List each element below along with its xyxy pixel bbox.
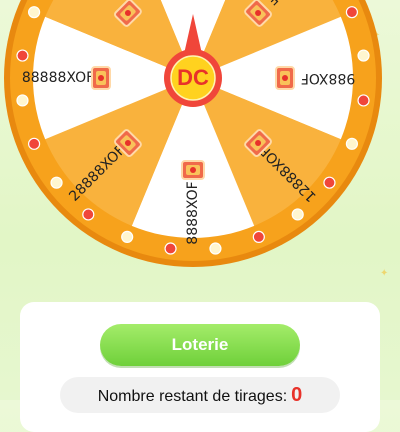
wheel-bulb (121, 230, 134, 244)
wheel-bulb (323, 176, 336, 189)
gift-box-icon (275, 66, 295, 90)
wheel-bulb (16, 49, 29, 62)
remaining-draws-count: 0 (291, 384, 303, 406)
wheel-prize-label: 988XOF (301, 70, 356, 86)
wheel-bulb (291, 208, 304, 221)
wheel-bulb (164, 242, 177, 255)
wheel-bulb (27, 6, 41, 19)
wheel-bulb (357, 94, 370, 107)
wheel-bulb (27, 137, 41, 150)
wheel-prize-label: 8888XOF (185, 181, 201, 244)
wheel-bulb (252, 230, 265, 244)
wheel-bulb (345, 137, 359, 150)
wheel-bulb (16, 94, 29, 107)
remaining-draws-label: Nombre restant de tirages: (97, 388, 288, 405)
gift-box-icon (181, 160, 205, 180)
wheel-bulb (357, 49, 370, 62)
lottery-panel: Loterie Nombre restant de tirages: 0 (20, 302, 380, 432)
wheel-bulb (50, 176, 63, 189)
wheel-hub-label: DC (177, 65, 209, 90)
wheel-bulb (82, 208, 95, 221)
wheel-prize-label: 88888XOF (22, 70, 94, 86)
wheel-bulb (209, 242, 222, 255)
gift-box-icon (91, 66, 111, 90)
remaining-draws-indicator: Nombre restant de tirages: 0 (60, 377, 340, 413)
wheel-bulb (345, 6, 359, 19)
lottery-button[interactable]: Loterie (100, 324, 300, 366)
